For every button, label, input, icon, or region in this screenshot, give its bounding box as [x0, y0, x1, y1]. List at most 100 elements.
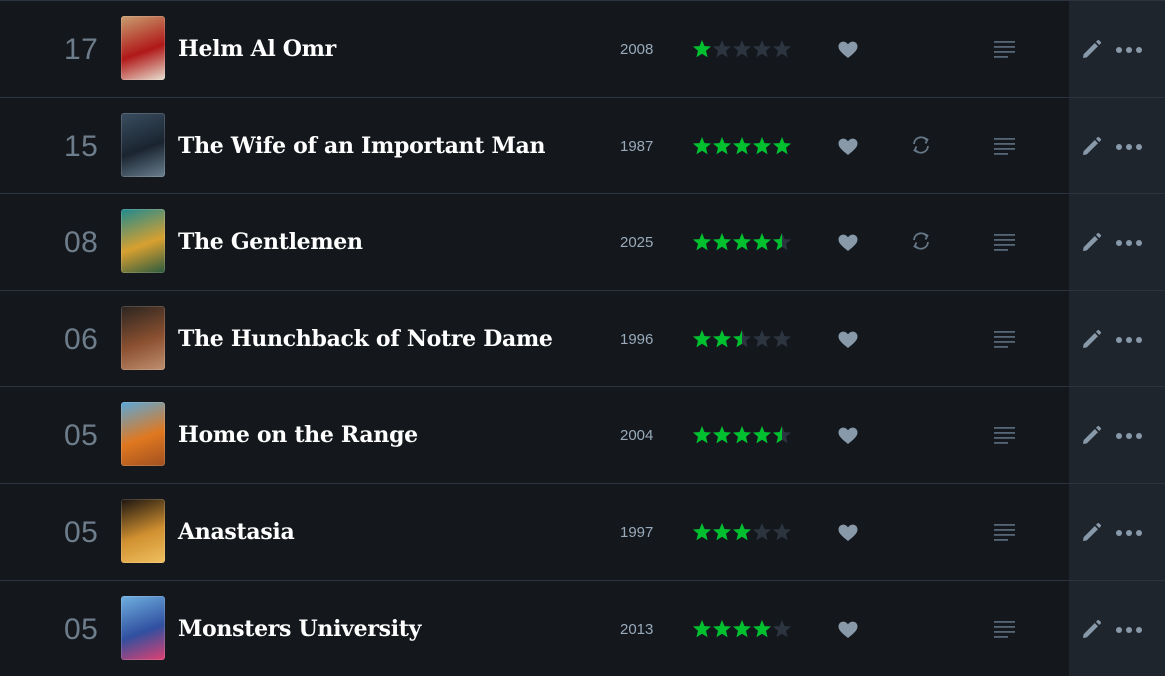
star-rating — [692, 232, 792, 252]
row-divider — [0, 97, 1165, 98]
review-lines-icon[interactable] — [993, 232, 1017, 252]
star-full-icon — [712, 330, 732, 348]
film-poster[interactable] — [121, 306, 165, 370]
film-title-link[interactable]: The Gentlemen — [178, 229, 363, 255]
star-full-icon — [752, 233, 772, 251]
diary-entry-row: 05 Anastasia 1997 — [0, 483, 1165, 581]
edit-pencil-icon[interactable] — [1080, 39, 1102, 61]
row-divider — [0, 386, 1165, 387]
review-lines-icon[interactable] — [993, 522, 1017, 542]
star-full-icon — [712, 233, 732, 251]
release-year-link[interactable]: 1987 — [620, 138, 653, 155]
film-title-link[interactable]: Helm Al Omr — [178, 36, 336, 62]
row-divider — [0, 483, 1165, 484]
diary-entry-row: 17 Helm Al Omr 2008 — [0, 0, 1165, 98]
star-full-icon — [692, 233, 712, 251]
star-empty-icon — [752, 40, 772, 58]
rewatch-icon — [913, 232, 929, 250]
more-options-icon[interactable] — [1115, 142, 1143, 152]
entry-day: 08 — [64, 226, 99, 259]
star-full-icon — [692, 40, 712, 58]
row-divider — [0, 193, 1165, 194]
star-full-icon — [772, 137, 792, 155]
star-half-icon — [772, 426, 792, 444]
heart-like-icon[interactable] — [837, 137, 859, 157]
star-empty-icon — [772, 523, 792, 541]
star-full-icon — [692, 426, 712, 444]
entry-day: 17 — [64, 33, 99, 66]
star-rating — [692, 329, 792, 349]
heart-like-icon[interactable] — [837, 40, 859, 60]
edit-pencil-icon[interactable] — [1080, 136, 1102, 158]
star-empty-icon — [772, 330, 792, 348]
more-options-icon[interactable] — [1115, 528, 1143, 538]
star-full-icon — [732, 523, 752, 541]
star-empty-icon — [772, 40, 792, 58]
release-year-link[interactable]: 2004 — [620, 427, 653, 444]
film-title-link[interactable]: The Hunchback of Notre Dame — [178, 326, 553, 352]
review-lines-icon[interactable] — [993, 329, 1017, 349]
star-full-icon — [732, 233, 752, 251]
heart-like-icon[interactable] — [837, 233, 859, 253]
star-full-icon — [692, 523, 712, 541]
more-options-icon[interactable] — [1115, 431, 1143, 441]
heart-like-icon[interactable] — [837, 523, 859, 543]
heart-like-icon[interactable] — [837, 620, 859, 640]
star-full-icon — [752, 620, 772, 638]
star-full-icon — [752, 426, 772, 444]
review-lines-icon[interactable] — [993, 39, 1017, 59]
film-title-link[interactable]: Anastasia — [178, 519, 295, 545]
film-poster[interactable] — [121, 499, 165, 563]
review-lines-icon[interactable] — [993, 136, 1017, 156]
star-full-icon — [692, 137, 712, 155]
entry-day: 15 — [64, 130, 99, 163]
release-year-link[interactable]: 2008 — [620, 41, 653, 58]
entry-day: 05 — [64, 516, 99, 549]
star-full-icon — [692, 620, 712, 638]
film-poster[interactable] — [121, 16, 165, 80]
heart-like-icon[interactable] — [837, 426, 859, 446]
star-full-icon — [712, 137, 732, 155]
film-poster[interactable] — [121, 209, 165, 273]
film-poster[interactable] — [121, 596, 165, 660]
film-title-link[interactable]: Home on the Range — [178, 422, 418, 448]
star-full-icon — [752, 137, 772, 155]
heart-like-icon[interactable] — [837, 330, 859, 350]
star-full-icon — [732, 137, 752, 155]
star-full-icon — [732, 426, 752, 444]
star-empty-icon — [712, 40, 732, 58]
star-full-icon — [712, 426, 732, 444]
diary-entry-row: 05 Home on the Range 2004 — [0, 386, 1165, 484]
film-poster[interactable] — [121, 402, 165, 466]
star-empty-icon — [772, 620, 792, 638]
diary-entry-row: 06 The Hunchback of Notre Dame 1996 — [0, 290, 1165, 388]
star-full-icon — [712, 620, 732, 638]
edit-pencil-icon[interactable] — [1080, 619, 1102, 641]
release-year-link[interactable]: 2013 — [620, 621, 653, 638]
film-title-link[interactable]: The Wife of an Important Man — [178, 133, 545, 159]
release-year-link[interactable]: 1996 — [620, 331, 653, 348]
release-year-link[interactable]: 2025 — [620, 234, 653, 251]
more-options-icon[interactable] — [1115, 625, 1143, 635]
rewatch-icon — [913, 136, 929, 154]
star-full-icon — [692, 330, 712, 348]
review-lines-icon[interactable] — [993, 425, 1017, 445]
edit-pencil-icon[interactable] — [1080, 425, 1102, 447]
row-divider — [0, 290, 1165, 291]
more-options-icon[interactable] — [1115, 238, 1143, 248]
edit-pencil-icon[interactable] — [1080, 329, 1102, 351]
more-options-icon[interactable] — [1115, 335, 1143, 345]
star-rating — [692, 425, 792, 445]
row-divider — [0, 0, 1165, 1]
diary-entry-row: 15 The Wife of an Important Man 1987 — [0, 97, 1165, 195]
entry-day: 05 — [64, 613, 99, 646]
star-rating — [692, 619, 792, 639]
film-poster[interactable] — [121, 113, 165, 177]
star-empty-icon — [752, 523, 772, 541]
edit-pencil-icon[interactable] — [1080, 232, 1102, 254]
release-year-link[interactable]: 1997 — [620, 524, 653, 541]
more-options-icon[interactable] — [1115, 45, 1143, 55]
edit-pencil-icon[interactable] — [1080, 522, 1102, 544]
film-title-link[interactable]: Monsters University — [178, 616, 421, 642]
review-lines-icon[interactable] — [993, 619, 1017, 639]
